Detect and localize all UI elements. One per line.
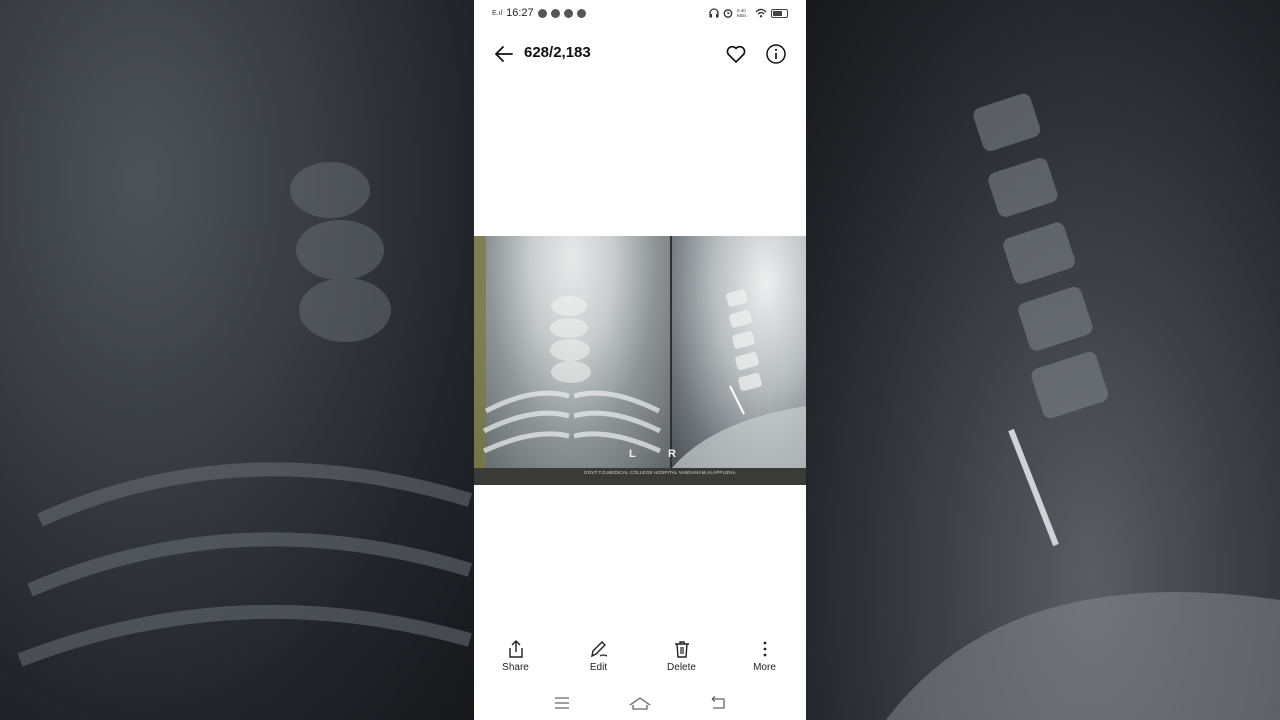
menu-icon[interactable] bbox=[552, 695, 572, 711]
home-icon[interactable] bbox=[628, 695, 652, 711]
message-icon bbox=[563, 8, 573, 18]
phone-screen: E.ıl 16:27 0.40 KB/s 628/2,183 L R GOVT.… bbox=[474, 0, 806, 720]
background-blur-right bbox=[806, 0, 1280, 720]
background-xray-left-art bbox=[17, 162, 473, 667]
alarm-icon bbox=[723, 9, 733, 18]
xray-photo[interactable]: L R GOVT.T.D.MEDICAL COLLEGE HOSPITAL VA… bbox=[474, 236, 806, 485]
battery-icon bbox=[771, 8, 788, 18]
info-icon[interactable] bbox=[764, 42, 788, 66]
headphones-icon bbox=[709, 8, 719, 18]
more-label: More bbox=[753, 662, 776, 673]
share-button[interactable]: Share bbox=[474, 630, 557, 680]
video-icon bbox=[550, 8, 560, 18]
network-speed: 0.40 KB/s bbox=[737, 8, 747, 18]
xray-frontal-art bbox=[474, 236, 662, 468]
wifi-icon bbox=[755, 8, 767, 18]
pen-icon bbox=[590, 641, 607, 658]
delete-label: Delete bbox=[667, 662, 696, 673]
xray-lateral-art bbox=[672, 289, 806, 468]
share-label: Share bbox=[502, 662, 529, 673]
system-navigation-bar bbox=[474, 686, 806, 720]
film-caption: GOVT.T.D.MEDICAL COLLEGE HOSPITAL VANDAN… bbox=[584, 470, 736, 475]
xray-right-marker: R bbox=[668, 448, 676, 460]
edit-button[interactable]: Edit bbox=[557, 630, 640, 680]
viewer-header: 628/2,183 bbox=[474, 32, 806, 76]
delete-button[interactable]: Delete bbox=[640, 630, 723, 680]
status-time: 16:27 bbox=[506, 7, 534, 19]
bottom-toolbar: Share Edit Delete More bbox=[474, 630, 806, 680]
trash-icon bbox=[674, 641, 689, 658]
back-nav-icon[interactable] bbox=[708, 695, 728, 711]
signal-icon: E.ıl bbox=[492, 9, 503, 17]
background-xray-right-art bbox=[886, 93, 1280, 720]
telegram-icon bbox=[537, 8, 547, 18]
status-bar: E.ıl 16:27 0.40 KB/s bbox=[474, 0, 806, 26]
more-button[interactable]: More bbox=[723, 630, 806, 680]
photo-counter: 628/2,183 bbox=[524, 44, 591, 61]
heart-icon[interactable] bbox=[724, 42, 748, 66]
xray-lateral-view: R bbox=[668, 236, 806, 468]
xray-frontal-view: L bbox=[474, 236, 670, 468]
edit-label: Edit bbox=[589, 662, 608, 673]
share-icon bbox=[508, 640, 523, 658]
app-notification-icon bbox=[576, 8, 586, 18]
more-vertical-icon bbox=[763, 641, 766, 657]
xray-left-marker: L bbox=[629, 448, 636, 460]
background-blur-left bbox=[0, 0, 474, 720]
back-arrow-icon[interactable] bbox=[492, 42, 516, 66]
